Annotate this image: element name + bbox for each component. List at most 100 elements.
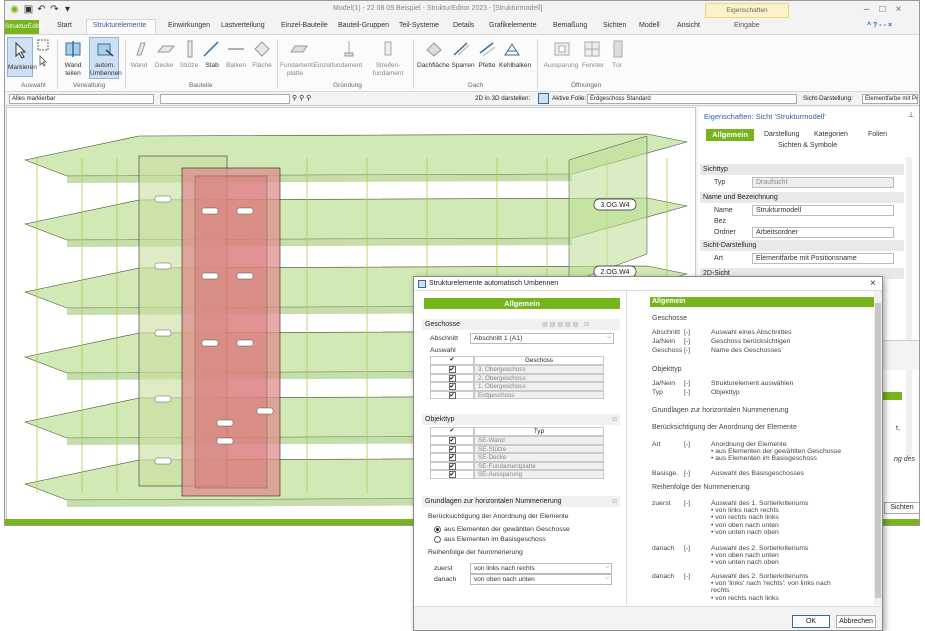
minimize-icon[interactable]: – (861, 4, 872, 15)
sichttyp-section[interactable]: Sichttyp (700, 164, 904, 175)
objekttyp-check-3[interactable]: ✔ (430, 461, 474, 471)
geschoss-check-0[interactable]: ✔ (430, 365, 474, 374)
objekttyp-row-1[interactable]: SE-Stütze (474, 444, 604, 454)
ordner-field[interactable]: Arbeitsordner (752, 227, 894, 238)
pfette-button[interactable]: Pfette (476, 62, 498, 70)
sicht-section[interactable]: Sicht-Darstellung (700, 240, 904, 251)
dialog-close-icon[interactable]: × (870, 278, 876, 289)
redo-icon[interactable]: ↷ (49, 4, 60, 15)
tab-einzel-bauteile[interactable]: Einzel-Bauteile (281, 22, 328, 29)
help-scrollbar[interactable] (874, 291, 882, 605)
radio-basisgeschoss[interactable] (434, 536, 441, 543)
close-icon[interactable]: × (893, 4, 904, 15)
props-tab-kategorien[interactable]: Kategorien (814, 131, 848, 138)
dachflaeche-button[interactable]: Dachfläche (417, 62, 450, 70)
umbenennen-button[interactable]: autom. Umbennen (89, 37, 122, 79)
ok-button[interactable]: OK (792, 615, 830, 628)
tab-eingabe[interactable]: Eingabe (734, 22, 760, 29)
einzelfundament-button[interactable]: Einzelfundament (310, 62, 366, 70)
tab-grafikelemente[interactable]: Grafikelemente (489, 22, 536, 29)
geschoss-row-1[interactable]: 2. Obergeschoss (474, 373, 604, 383)
props-tab-darstellung[interactable]: Darstellung (764, 131, 799, 138)
save-icon[interactable]: ▣ (23, 4, 34, 15)
flaeche-button[interactable]: Fläche (251, 62, 273, 70)
wand-button[interactable]: Wand (129, 62, 149, 70)
objekttyp-section[interactable]: Objekttyp (422, 414, 620, 425)
cancel-button[interactable]: Abbrechen (836, 615, 876, 628)
objekttyp-collapse-icon[interactable]: ⊟ (612, 416, 617, 423)
danach-chevron-icon[interactable]: ⌵ (605, 575, 610, 582)
sparren-button[interactable]: Sparren (451, 62, 475, 70)
objekttyp-row-3[interactable]: SE-Fundamentplatte (474, 461, 604, 471)
wand-teilen-button[interactable]: Wand teilen (57, 62, 89, 78)
kehlbalken-button[interactable]: Kehlbalken (499, 62, 531, 70)
props-tab-folien[interactable]: Folien (868, 131, 887, 138)
markieren-button[interactable]: Markieren (7, 37, 37, 77)
select-window-icon[interactable] (37, 39, 49, 51)
balken-button[interactable]: Balken (223, 62, 249, 70)
name-field[interactable]: Strukturmodell (752, 205, 894, 216)
darstellen-toggle[interactable] (538, 93, 549, 104)
objekttyp-check-0[interactable]: ✔ (430, 436, 474, 445)
art-select[interactable]: Elementfarbe mit Positionsname (752, 253, 894, 264)
dialog-tab-allgemein[interactable]: Allgemein (424, 298, 620, 309)
geschoss-row-0[interactable]: 3. Obergeschoss (474, 365, 604, 374)
tab-bauteil-gruppen[interactable]: Bauteil-Gruppen (338, 22, 389, 29)
tab-modell[interactable]: Modell (639, 22, 660, 29)
tab-ansicht[interactable]: Ansicht (677, 22, 700, 29)
fenster-button[interactable]: Fenster (581, 62, 605, 70)
sicht-select[interactable]: Elementfarbe mit Positions (862, 94, 918, 104)
help-icon[interactable]: ^ ? - ▫ × (867, 22, 892, 29)
danach-select[interactable]: von oben nach unten (470, 574, 612, 585)
nummerierung-collapse-icon[interactable]: ⊟ (612, 498, 617, 505)
fundamentplatte-button[interactable]: Fundament-platte (280, 62, 315, 78)
stab-button[interactable]: Stab (203, 62, 221, 70)
undo-icon[interactable]: ↶ (36, 4, 47, 15)
aussparung-button[interactable]: Aussparung (541, 62, 581, 70)
radio-gewaehlte-geschosse[interactable] (434, 526, 441, 533)
objekttyp-row-4[interactable]: SE-Aussparung (474, 470, 604, 479)
props-scrollbar[interactable] (906, 157, 912, 457)
tab-start[interactable]: Start (57, 22, 72, 29)
tab-details[interactable]: Details (453, 22, 474, 29)
objekttyp-check-2[interactable]: ✔ (430, 453, 474, 462)
geschoss-check-3[interactable]: ✔ (430, 390, 474, 400)
abschnitt-chevron-icon[interactable]: ⌵ (607, 334, 612, 341)
section-tools-icons[interactable]: ▤▤▤▤▤ ⊟ (542, 321, 591, 328)
tab-teil-systeme[interactable]: Teil-Systeme (399, 22, 439, 29)
aktive-folie-select[interactable]: Erdgeschoss Standard (587, 94, 797, 104)
streifenfundament-button[interactable]: Streifen-fundament (367, 62, 409, 78)
tab-strukturelemente[interactable]: Strukturelemente (93, 22, 146, 29)
objekttyp-check-4[interactable]: ✔ (430, 470, 474, 479)
context-tab[interactable]: Eigenschaften (705, 3, 789, 18)
objekttyp-check-1[interactable]: ✔ (430, 444, 474, 454)
dropdown-icon[interactable]: ▾ (62, 4, 73, 15)
tuer-button[interactable]: Tür (609, 62, 625, 70)
layer-select[interactable] (160, 94, 290, 104)
select-pointer-icon[interactable] (37, 55, 49, 67)
abschnitt-select[interactable]: Abschnitt 1 (A1) (470, 333, 614, 344)
geschoss-row-3[interactable]: Erdgeschoss (474, 390, 604, 400)
props-tab-allgemein[interactable]: Allgemein (706, 129, 754, 141)
filter-select[interactable]: Alles markierbar (9, 94, 154, 104)
app-menu-button[interactable]: StrukturEditor (5, 20, 45, 34)
tab-einwirkungen[interactable]: Einwirkungen (168, 22, 210, 29)
name-section[interactable]: Name und Bezeichnung (700, 192, 904, 203)
stuetze-button[interactable]: Stütze (177, 62, 201, 70)
decke-button[interactable]: Decke (153, 62, 175, 70)
tab-lastverteilung[interactable]: Lastverteilung (221, 22, 265, 29)
binoculars-icons[interactable]: ⚲ ⚲ ⚲ (292, 94, 311, 102)
sichten-tab[interactable]: Sichten (884, 502, 919, 514)
tab-bemassung[interactable]: Bemaßung (553, 22, 587, 29)
geschoss-check-1[interactable]: ✔ (430, 373, 474, 383)
maximize-icon[interactable]: □ (877, 4, 888, 15)
zuerst-select[interactable]: von links nach rechts (470, 563, 612, 574)
nummerierung-section[interactable]: Grundlagen zur horizontalen Nummerierung (422, 496, 620, 507)
zuerst-chevron-icon[interactable]: ⌵ (605, 564, 610, 571)
tab-sichten[interactable]: Sichten (603, 22, 626, 29)
pin-icon[interactable]: ⊥ (908, 111, 914, 119)
objekttyp-row-2[interactable]: SE-Decke (474, 453, 604, 462)
props-tab-sichten[interactable]: Sichten & Symbole (778, 142, 837, 149)
objekttyp-row-0[interactable]: SE-Wand (474, 436, 604, 445)
geschoss-check-2[interactable]: ✔ (430, 382, 474, 391)
